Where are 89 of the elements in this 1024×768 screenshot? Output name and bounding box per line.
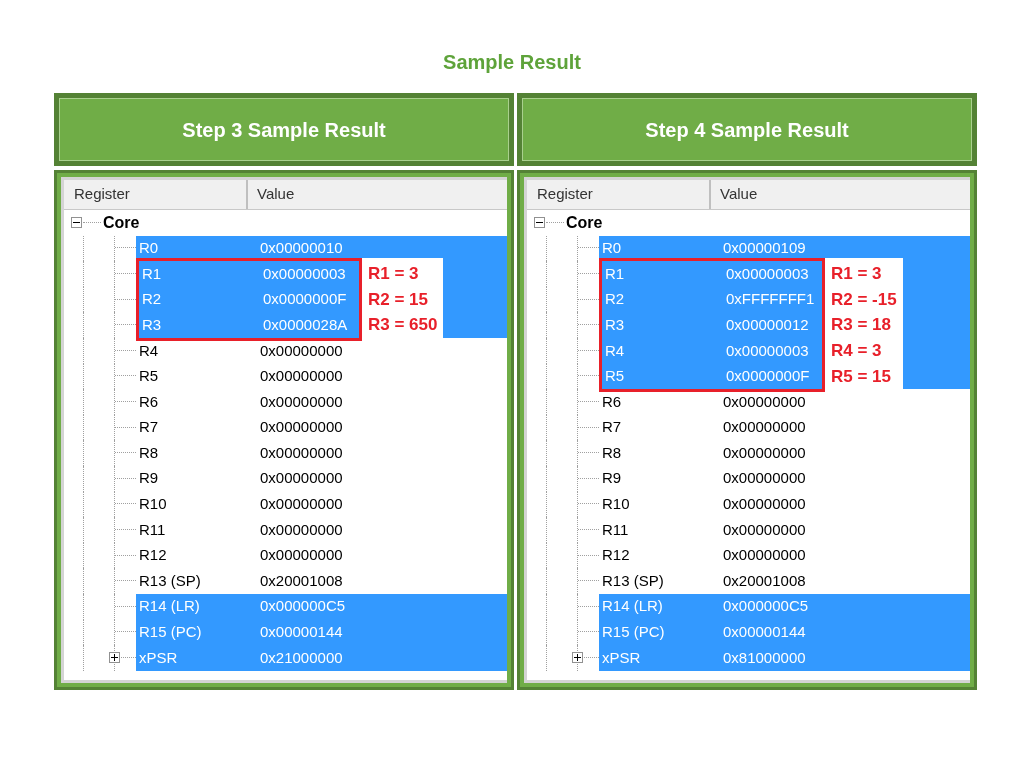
register-value: 0x00000000 [260,494,343,515]
register-name: R5 [138,366,160,387]
register-name: R2 [604,289,626,310]
step-heading: Step 3 Sample Result [182,117,386,143]
group-label[interactable]: Core [564,210,603,235]
page-title: Sample Result [443,49,581,75]
register-name: R13 (SP) [138,570,202,591]
register-name: R11 [138,519,167,540]
register-value: 0x000000C5 [260,596,346,617]
register-name: R11 [601,519,630,540]
register-value: 0x00000000 [260,340,343,361]
register-value: 0x00000000 [723,391,806,412]
collapse-icon[interactable] [534,217,545,229]
expand-icon[interactable] [572,652,583,664]
register-name: R10 [601,494,631,515]
register-name: R6 [138,391,160,412]
note-text: R5 = 15 [831,365,892,388]
register-value: 0x00000003 [726,340,809,361]
register-name: R14 (LR) [601,596,664,617]
register-value: 0x00000000 [260,366,343,387]
note-text: R1 = 3 [368,263,420,286]
register-value: 0x00000010 [260,238,343,259]
note-text: R4 = 3 [831,340,883,362]
register-name: R2 [141,289,163,310]
register-value: 0x00000000 [723,519,806,540]
register-name: R7 [601,417,623,438]
column-header[interactable]: Register [527,180,711,209]
register-name: R14 (LR) [138,596,201,617]
note-text: R2 = -15 [831,288,897,311]
register-name: R7 [138,417,160,438]
register-value: 0x00000012 [726,314,809,335]
register-value: 0x00000000 [260,417,343,438]
register-value: 0x00000000 [723,417,806,438]
register-value: 0x00000000 [723,494,806,515]
register-name: R9 [601,468,623,489]
register-value: 0x0000028A [263,314,348,335]
register-name: R0 [601,238,623,259]
register-value: 0x00000144 [260,622,343,643]
register-value: 0x00000000 [260,468,343,489]
register-name: R4 [138,340,160,361]
register-name: xPSR [138,647,179,668]
register-value: 0x21000000 [260,647,343,668]
column-header[interactable]: Register [64,180,248,209]
register-value: 0x00000000 [260,391,343,412]
register-value: 0x81000000 [723,647,806,668]
register-value: 0x00000000 [723,468,806,489]
register-name: R1 [141,263,163,284]
register-name: R6 [601,391,623,412]
register-value: 0x00000000 [260,442,343,463]
register-value: 0x000000C5 [723,596,809,617]
register-value: 0x00000109 [723,238,806,259]
register-value: 0x00000000 [723,545,806,566]
note-text: R1 = 3 [831,263,883,286]
register-name: R5 [604,366,626,387]
note-text: R2 = 15 [368,288,429,311]
register-name: R13 (SP) [601,570,665,591]
register-name: R3 [141,314,163,335]
register-name: R3 [604,314,626,335]
register-name: R15 (PC) [601,622,666,643]
note-text: R3 = 18 [831,314,892,337]
register-value: 0xFFFFFFF1 [726,289,815,310]
column-header[interactable]: Value [248,180,507,209]
register-value: 0x00000000 [260,545,343,566]
note-text: R3 = 650 [368,314,438,337]
register-value: 0x20001008 [260,570,343,591]
register-value: 0x00000003 [726,263,809,284]
register-value: 0x0000000F [726,366,810,387]
expand-icon[interactable] [109,652,120,664]
step-heading: Step 4 Sample Result [645,117,849,143]
register-name: R1 [604,263,626,284]
register-value: 0x20001008 [723,570,806,591]
register-value: 0x00000144 [723,622,806,643]
register-value: 0x00000003 [263,263,346,284]
column-header[interactable]: Value [711,180,970,209]
register-name: R8 [601,442,623,463]
register-name: R10 [138,494,168,515]
register-value: 0x00000000 [260,519,343,540]
register-name: R4 [604,340,626,361]
register-name: R9 [138,468,160,489]
register-name: xPSR [601,647,642,668]
register-value: 0x00000000 [723,442,806,463]
register-value: 0x0000000F [263,289,347,310]
collapse-icon[interactable] [71,217,82,229]
register-name: R15 (PC) [138,622,203,643]
register-name: R8 [138,442,160,463]
register-name: R12 [601,545,631,566]
group-label[interactable]: Core [101,210,140,235]
register-name: R0 [138,238,160,259]
register-name: R12 [138,545,168,566]
